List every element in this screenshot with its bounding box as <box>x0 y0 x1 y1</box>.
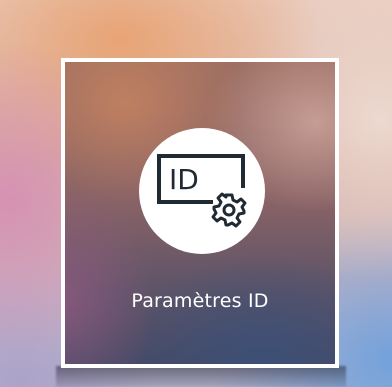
gear-icon <box>211 192 247 228</box>
tile-label: Paramètres ID <box>131 290 269 312</box>
id-card-text: ID <box>169 163 199 196</box>
tile-shadow <box>56 366 346 387</box>
id-settings-tile[interactable]: ID Paramètres ID <box>61 58 339 368</box>
screen-background: ID Paramètres ID <box>0 0 392 387</box>
icon-badge: ID <box>139 128 265 254</box>
id-settings-icon: ID <box>157 154 247 228</box>
